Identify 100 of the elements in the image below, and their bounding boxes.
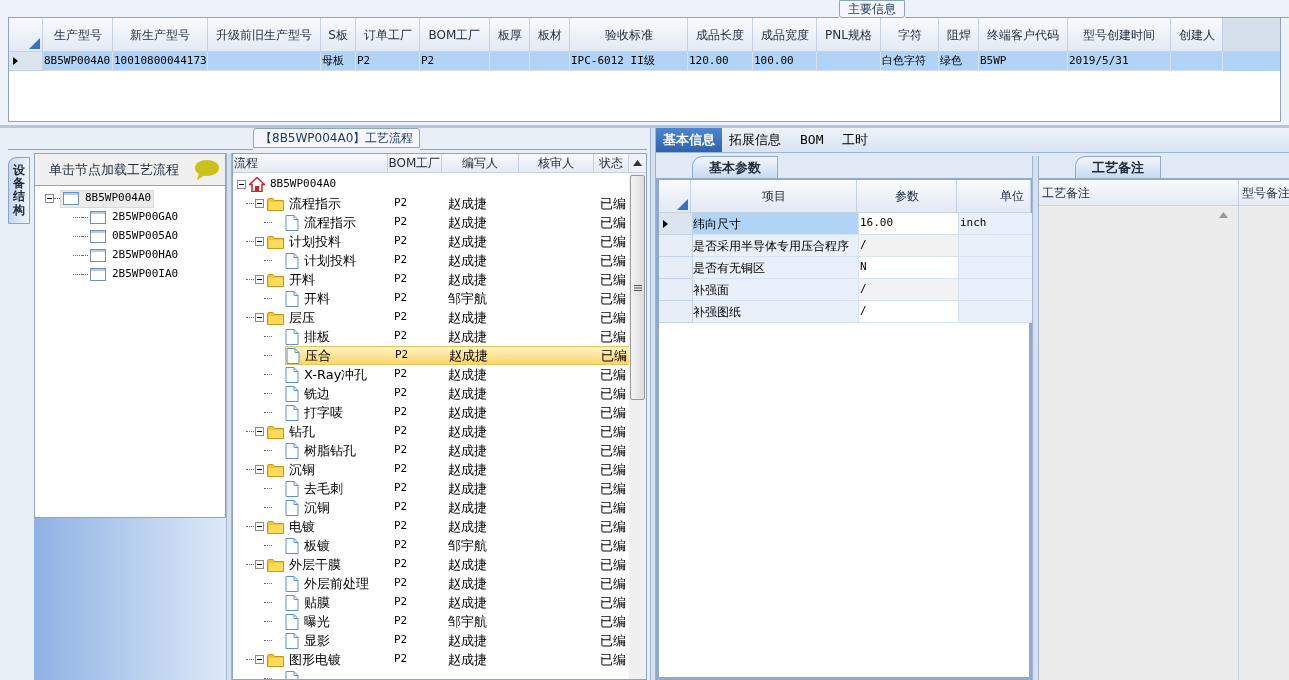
table-cell: 已编 — [600, 555, 626, 574]
tree-row[interactable]: 流程指示 P2 赵成捷 已编 — [285, 213, 629, 232]
tree-row[interactable]: 铣边 P2 赵成捷 已编 — [285, 384, 629, 403]
column-header[interactable]: 型号创建时间 — [1068, 18, 1171, 52]
panel-tab[interactable]: 基本参数 — [692, 156, 778, 178]
table-cell: P2 — [394, 423, 408, 440]
column-header[interactable]: 生产型号 — [43, 18, 113, 52]
tab[interactable]: 基本信息 — [656, 128, 722, 152]
table-cell[interactable]: 补强面 — [693, 279, 859, 301]
table-cell: 赵成捷 — [448, 308, 487, 327]
table-cell: 赵成捷 — [448, 555, 487, 574]
column-header[interactable]: 新生产型号 — [113, 18, 208, 52]
tree-label: 沉铜 — [304, 498, 330, 517]
tree-node[interactable]: 2B5WP00GA0 — [88, 208, 181, 227]
panel-tab[interactable]: 工艺备注 — [1075, 156, 1161, 178]
tab[interactable]: 拓展信息 — [722, 128, 788, 152]
tree-row[interactable]: 开料 P2 赵成捷 已编 — [267, 270, 629, 289]
column-header[interactable]: PNL规格 — [817, 18, 881, 52]
table-cell[interactable]: 是否采用半导体专用压合程序 — [693, 235, 859, 257]
column-header[interactable]: S板 — [321, 18, 356, 52]
table-cell: 已编 — [600, 289, 626, 308]
tree-row[interactable]: 外层干膜 P2 赵成捷 已编 — [267, 555, 629, 574]
tree-row[interactable]: 图形电镀 P2 赵成捷 已编 — [267, 650, 629, 669]
side-tab[interactable]: 设备结构 — [8, 157, 30, 224]
column-header[interactable]: 验收标准 — [570, 18, 688, 52]
tree-row[interactable]: 沉铜 P2 赵成捷 已编 — [285, 498, 629, 517]
tree-label: 铣边 — [304, 384, 330, 403]
tree-row[interactable]: 钻孔 P2 赵成捷 已编 — [267, 422, 629, 441]
column-header[interactable]: 字符 — [881, 18, 939, 52]
tab[interactable]: BOM — [788, 128, 836, 152]
table-cell: P2 — [394, 613, 408, 630]
table-cell: 赵成捷 — [448, 650, 487, 669]
tree-row[interactable]: 曝光 P2 邹宇航 已编 — [285, 612, 629, 631]
tree-row[interactable]: 计划投料 P2 赵成捷 已编 — [267, 232, 629, 251]
column-header[interactable]: 型号备注 — [1239, 180, 1289, 206]
tree-label: 去毛刺 — [304, 479, 343, 498]
tree-row[interactable]: 流程指示 P2 赵成捷 已编 — [267, 194, 629, 213]
table-cell: 2019/5/31 — [1068, 52, 1171, 71]
column-header[interactable]: 板材 — [530, 18, 570, 52]
column-header[interactable]: 工艺备注 — [1039, 180, 1239, 206]
tree-label: 钻孔 — [289, 422, 315, 441]
tree-row[interactable]: 压合 P2 赵成捷 已编 — [285, 346, 629, 365]
tree-node[interactable]: 0B5WP005A0 — [88, 227, 181, 246]
tree-row[interactable]: 外层前处理 P2 赵成捷 已编 — [285, 574, 629, 593]
table-cell[interactable]: 是否有无铜区 — [693, 257, 859, 279]
table-cell: 已编 — [600, 308, 626, 327]
table-cell: 已编 — [600, 422, 626, 441]
tree-row[interactable]: 层压 P2 赵成捷 已编 — [267, 308, 629, 327]
table-cell: 赵成捷 — [448, 574, 487, 593]
tree-row[interactable]: 板镀 P2 邹宇航 已编 — [285, 536, 629, 555]
column-header[interactable]: 成品长度 — [688, 18, 753, 52]
table-cell: 赵成捷 — [448, 213, 487, 232]
table-cell: P2 — [394, 328, 408, 345]
column-header[interactable]: 编写人 — [442, 154, 519, 173]
tree-row[interactable]: 排板 P2 赵成捷 已编 — [285, 327, 629, 346]
tree-label: 打字唛 — [304, 403, 343, 422]
column-header[interactable]: 升级前旧生产型号 — [208, 18, 321, 52]
tree-row[interactable]: 显影 P2 赵成捷 已编 — [285, 631, 629, 650]
tree-label: 板镀 — [304, 536, 330, 555]
tree-row[interactable]: 贴膜 P2 赵成捷 已编 — [285, 593, 629, 612]
tree-label: 贴膜 — [304, 593, 330, 612]
table-cell: P2 — [394, 309, 408, 326]
column-header[interactable]: 单位 — [957, 180, 1031, 213]
tree-node[interactable]: 8B5WP004A0 — [60, 189, 155, 208]
tree-row[interactable]: 沉铜 P2 赵成捷 已编 — [267, 460, 629, 479]
table-cell: P2 — [394, 233, 408, 250]
tree-row[interactable]: 去毛刺 P2 赵成捷 已编 — [285, 479, 629, 498]
tree-label: 压合 — [305, 346, 331, 365]
table-cell: 赵成捷 — [448, 270, 487, 289]
column-header[interactable]: 成品宽度 — [753, 18, 817, 52]
tree-label: 开料 — [289, 270, 315, 289]
column-header[interactable]: 流程 — [233, 154, 388, 173]
table-cell: / — [859, 235, 959, 257]
column-header[interactable]: 订单工厂 — [356, 18, 420, 52]
tree-row[interactable]: 8B5WP004A0 — [249, 175, 629, 194]
tree-row[interactable]: 树脂钻孔 P2 赵成捷 已编 — [285, 441, 629, 460]
table-cell[interactable]: 纬向尺寸 — [693, 213, 859, 235]
tree-row[interactable]: 打字唛 P2 赵成捷 已编 — [285, 403, 629, 422]
column-header[interactable]: 创建人 — [1171, 18, 1223, 52]
column-header[interactable]: 板厚 — [490, 18, 530, 52]
column-header[interactable]: 状态 — [594, 154, 629, 173]
tree-row[interactable]: 开料 P2 邹宇航 已编 — [285, 289, 629, 308]
column-header[interactable]: 核审人 — [519, 154, 594, 173]
table-cell: 赵成捷 — [448, 194, 487, 213]
tree-row[interactable]: X-Ray冲孔 P2 赵成捷 已编 — [285, 365, 629, 384]
tree-label: 图形电镀 — [289, 650, 341, 669]
table-row[interactable]: 8B5WP004A0 10010800044173 母板 P2 P2 IPC-6012 II级 120.00 100.00 白色字符 绿色 B5WP 2019/5/31 — [43, 52, 1280, 71]
tree-row[interactable]: 电镀 P2 赵成捷 已编 — [267, 517, 629, 536]
table-cell: 已编 — [600, 194, 626, 213]
table-cell[interactable]: 补强图纸 — [693, 301, 859, 323]
column-header[interactable]: BOM工厂 — [388, 154, 442, 173]
tab[interactable]: 工时 — [835, 128, 876, 152]
column-header[interactable]: BOM工厂 — [420, 18, 490, 52]
tree-node[interactable]: 2B5WP00HA0 — [88, 246, 181, 265]
column-header[interactable]: 终端客户代码 — [979, 18, 1068, 52]
tree-node[interactable]: 2B5WP00IA0 — [88, 265, 181, 284]
column-header[interactable]: 参数 — [857, 180, 957, 213]
tree-row[interactable]: 计划投料 P2 赵成捷 已编 — [285, 251, 629, 270]
column-header[interactable]: 项目 — [691, 180, 857, 213]
column-header[interactable]: 阻焊 — [939, 18, 979, 52]
